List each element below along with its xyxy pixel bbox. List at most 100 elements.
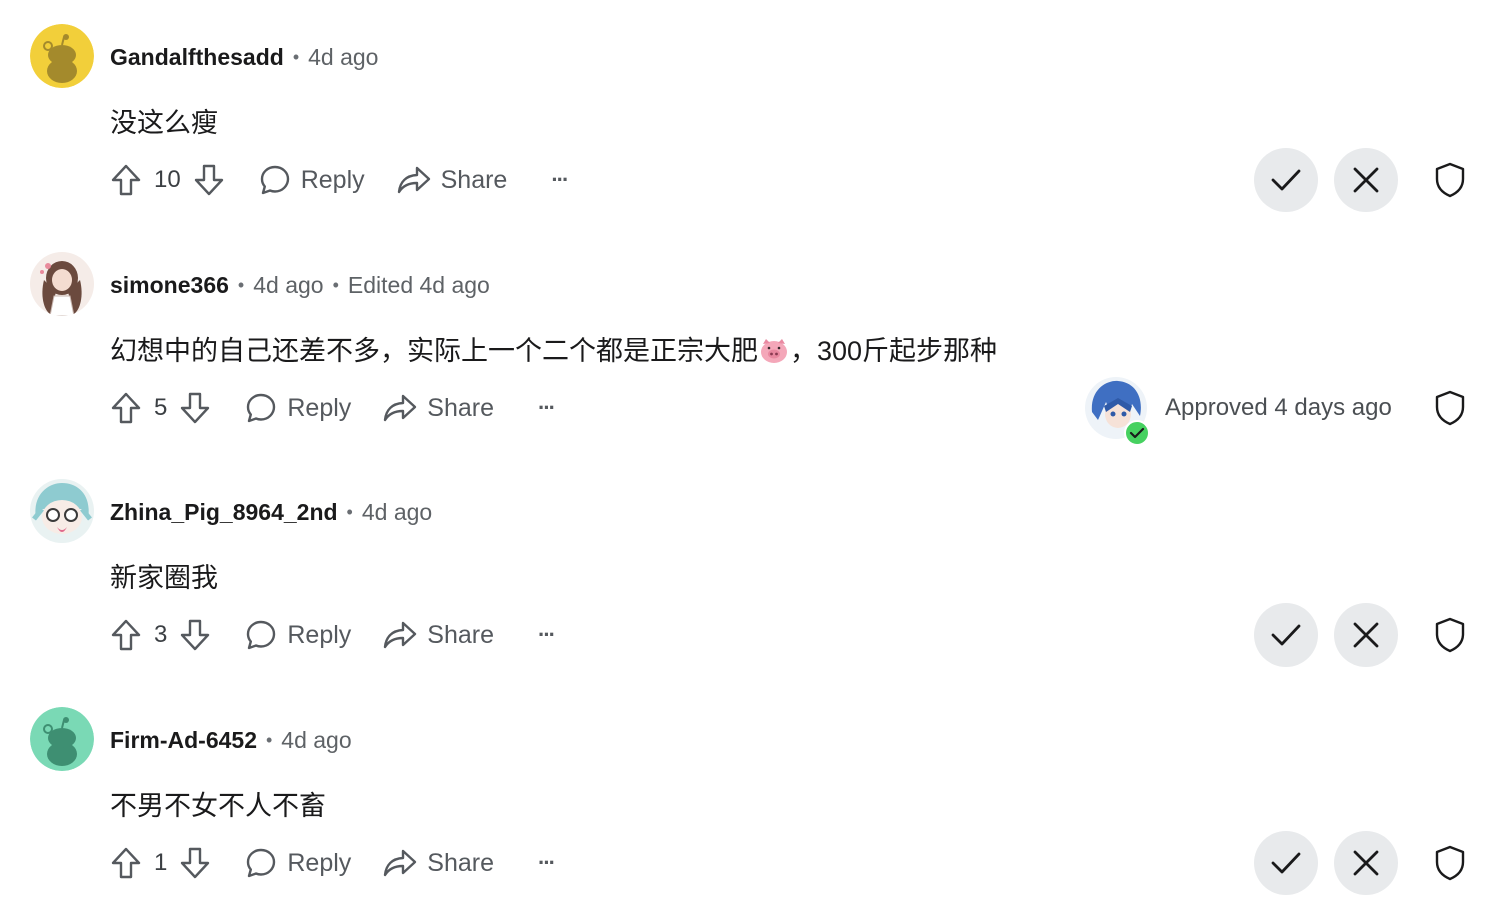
username[interactable]: simone366 (110, 272, 229, 299)
approved-status: Approved 4 days ago (1084, 375, 1392, 446)
snoo-avatar-icon (30, 24, 94, 88)
mod-actions-button[interactable] (1432, 388, 1468, 428)
remove-button[interactable] (1334, 603, 1398, 667)
comment: simone366 • 4d ago • Edited 4d ago 幻想中的自… (0, 228, 1502, 456)
comment-body: 不男不女不人不畜 (110, 784, 326, 823)
more-options-button[interactable]: ··· (538, 622, 556, 648)
more-options-button[interactable]: ··· (538, 850, 556, 876)
reply-button[interactable]: Reply (245, 847, 351, 879)
mod-actions-button[interactable] (1432, 160, 1468, 200)
share-label: Share (440, 165, 508, 194)
comment-text: 幻想中的自己还差不多，实际上一个二个都是正宗大肥 (110, 336, 758, 366)
downvote-button[interactable] (191, 160, 227, 200)
shield-icon (1435, 617, 1465, 653)
vote-score: 5 (154, 394, 168, 421)
reply-label: Reply (300, 165, 365, 194)
share-label: Share (427, 620, 494, 649)
comment-actions: 1 Reply Share ··· (108, 841, 556, 885)
arrow-down-outline-icon (181, 619, 210, 651)
share-button[interactable]: Share (383, 393, 494, 423)
more-options-button[interactable]: ··· (551, 167, 569, 193)
reply-button[interactable]: Reply (259, 164, 365, 196)
comment-text: 不男不女不人不畜 (110, 791, 326, 821)
anime-girl-avatar-icon (30, 252, 94, 316)
reply-button[interactable]: Reply (245, 392, 351, 424)
upvote-button[interactable] (108, 843, 144, 883)
timestamp[interactable]: 4d ago (362, 499, 432, 526)
remove-button[interactable] (1334, 148, 1398, 212)
downvote-button[interactable] (177, 843, 213, 883)
approved-check-badge-icon (1124, 420, 1150, 446)
comment: Gandalfthesadd • 4d ago 没这么瘦 10 Reply Sh… (0, 0, 1502, 228)
upvote-button[interactable] (108, 388, 144, 428)
pig-face-emoji (760, 338, 788, 371)
timestamp[interactable]: 4d ago (308, 44, 378, 71)
share-button[interactable]: Share (383, 620, 494, 650)
comment-body: 没这么瘦 (110, 101, 218, 140)
moderator-avatar[interactable] (1084, 376, 1150, 446)
x-icon (1353, 167, 1379, 193)
chibi-avatar-icon (30, 479, 94, 543)
approve-button[interactable] (1254, 148, 1318, 212)
arrow-up-outline-icon (111, 392, 141, 424)
approved-text: Approved 4 days ago (1165, 394, 1392, 421)
upvote-button[interactable] (108, 615, 144, 655)
edited-label: Edited 4d ago (347, 271, 490, 298)
x-icon (1353, 622, 1379, 648)
separator-dot: • (332, 274, 339, 295)
approve-button[interactable] (1254, 603, 1318, 667)
username[interactable]: Firm-Ad-6452 (110, 727, 257, 754)
vote-score: 10 (154, 166, 181, 193)
user-avatar[interactable] (30, 479, 94, 543)
x-icon (1353, 850, 1379, 876)
ellipsis-icon: ··· (538, 622, 556, 647)
more-options-button[interactable]: ··· (538, 395, 556, 421)
timestamp[interactable]: 4d ago (253, 272, 323, 299)
snoo-avatar-icon (30, 707, 94, 771)
remove-button[interactable] (1334, 831, 1398, 895)
user-avatar[interactable] (30, 707, 94, 771)
comment-actions: 5 Reply Share ··· (108, 386, 556, 430)
checkmark-icon (1271, 624, 1301, 646)
speech-bubble-icon (247, 393, 276, 423)
upvote-button[interactable] (108, 160, 144, 200)
comment-actions: 10 Reply Share ··· (108, 158, 569, 202)
share-label: Share (427, 393, 494, 422)
downvote-button[interactable] (177, 388, 213, 428)
share-button[interactable]: Share (383, 848, 494, 878)
comment-text: 新家圈我 (110, 563, 218, 593)
share-arrow-icon (384, 849, 417, 877)
share-arrow-icon (384, 394, 417, 422)
user-avatar[interactable] (30, 252, 94, 316)
reply-button[interactable]: Reply (245, 619, 351, 651)
speech-bubble-icon (260, 165, 289, 195)
mod-actions-button[interactable] (1432, 843, 1468, 883)
shield-icon (1435, 390, 1465, 426)
username[interactable]: Gandalfthesadd (110, 44, 284, 71)
separator-dot: • (265, 729, 273, 750)
arrow-down-outline-icon (181, 392, 210, 424)
username[interactable]: Zhina_Pig_8964_2nd (110, 499, 338, 526)
checkmark-icon (1271, 169, 1301, 191)
user-avatar[interactable] (30, 24, 94, 88)
comment-text: 没这么瘦 (110, 108, 218, 138)
comment: Zhina_Pig_8964_2nd • 4d ago 新家圈我 3 Reply… (0, 455, 1502, 683)
mod-actions-button[interactable] (1432, 615, 1468, 655)
vote-score: 1 (154, 849, 168, 876)
comment: Firm-Ad-6452 • 4d ago 不男不女不人不畜 1 Reply S… (0, 683, 1502, 911)
comment-actions: 3 Reply Share ··· (108, 613, 556, 657)
ellipsis-icon: ··· (538, 850, 556, 875)
downvote-button[interactable] (177, 615, 213, 655)
reply-label: Reply (287, 620, 352, 649)
arrow-up-outline-icon (111, 619, 141, 651)
comment-body: 幻想中的自己还差不多，实际上一个二个都是正宗大肥 ，300斤起步那种 (110, 329, 997, 371)
arrow-down-outline-icon (194, 164, 223, 196)
share-button[interactable]: Share (397, 165, 508, 195)
speech-bubble-icon (247, 620, 276, 650)
shield-icon (1435, 845, 1465, 881)
arrow-up-outline-icon (111, 847, 141, 879)
timestamp[interactable]: 4d ago (281, 727, 351, 754)
approve-button[interactable] (1254, 831, 1318, 895)
arrow-down-outline-icon (181, 847, 210, 879)
checkmark-icon (1271, 852, 1301, 874)
